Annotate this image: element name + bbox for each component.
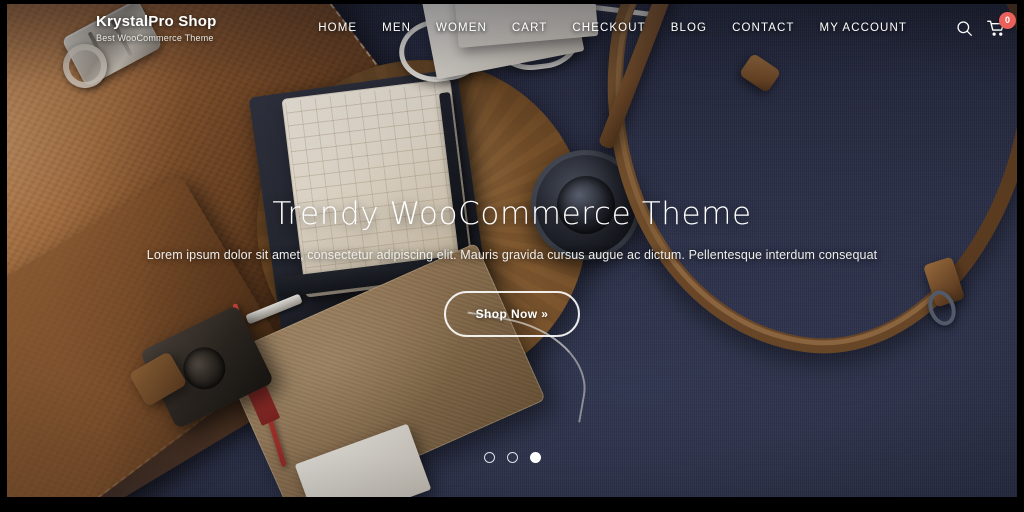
hero-subtitle: Lorem ipsum dolor sit amet, consectetur … [146,248,878,262]
site-tagline: Best WooCommerce Theme [96,33,214,44]
slider-dot-1[interactable] [483,452,495,463]
nav-item-home[interactable]: HOME [318,22,357,34]
nav-item-checkout[interactable]: CHECKOUT [572,22,645,34]
slider-dot-2[interactable] [506,452,518,463]
hero-cta-wrapper: Shop Now » [0,291,1024,338]
hero-title: Trendy WooCommerce Theme [272,196,752,232]
slider-pagination [0,452,1024,463]
primary-navigation: HOME MEN WOMEN CART CHECKOUT BLOG CONTAC… [318,11,1016,37]
site-title: KrystalPro Shop [96,12,217,30]
site-branding[interactable]: KrystalPro Shop Best WooCommerce Theme [96,13,217,43]
hero-content: Trendy WooCommerce Theme Lorem ipsum dol… [0,196,1024,338]
nav-item-my-account[interactable]: MY ACCOUNT [820,22,907,34]
nav-item-cart[interactable]: CART [512,22,548,34]
search-icon[interactable] [956,20,973,37]
slider-dot-3[interactable] [529,452,541,463]
shop-now-button[interactable]: Shop Now » [443,291,581,338]
nav-item-blog[interactable]: BLOG [671,22,707,34]
header-tools: 0 [956,11,1016,37]
site-header: KrystalPro Shop Best WooCommerce Theme H… [0,0,1024,56]
cart-count-badge: 0 [999,11,1016,29]
cart-button[interactable]: 0 [987,11,1016,37]
page-root: KrystalPro Shop Best WooCommerce Theme H… [0,0,1024,512]
nav-item-contact[interactable]: CONTACT [732,22,794,34]
nav-item-men[interactable]: MEN [382,22,411,34]
nav-item-women[interactable]: WOMEN [436,22,487,34]
